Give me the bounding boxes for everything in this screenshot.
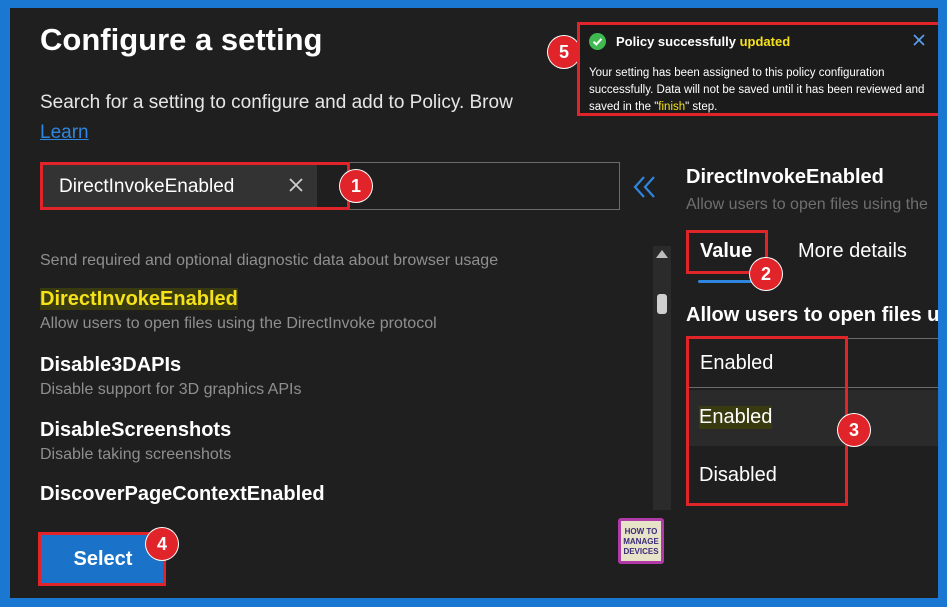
list-item-title: Disable3DAPIs: [40, 354, 182, 376]
list-item[interactable]: Send required and optional diagnostic da…: [40, 248, 640, 270]
list-item-title: DiscoverPageContextEnabled: [40, 483, 325, 505]
list-item-desc: Allow users to open files using the Dire…: [40, 315, 437, 332]
list-item-desc: Disable support for 3D graphics APIs: [40, 381, 302, 398]
scroll-up-icon[interactable]: [656, 250, 668, 258]
list-scrollbar[interactable]: [653, 246, 671, 510]
annotation-badge-2: 2: [750, 258, 782, 290]
annotation-box-1: [40, 162, 350, 210]
list-item[interactable]: DiscoverPageContextEnabled: [40, 483, 640, 506]
annotation-badge-3: 3: [838, 414, 870, 446]
list-item[interactable]: Disable3DAPIs Disable support for 3D gra…: [40, 354, 640, 399]
setting-label: Allow users to open files u: [686, 304, 938, 326]
list-item-desc: Disable taking screenshots: [40, 446, 232, 463]
close-icon[interactable]: [910, 31, 928, 49]
list-item-desc: Send required and optional diagnostic da…: [40, 252, 499, 269]
configure-setting-window: Configure a setting Search for a setting…: [10, 8, 938, 598]
active-tab-indicator: [698, 280, 758, 283]
annotation-badge-1: 1: [340, 170, 372, 202]
learn-link[interactable]: Learn: [40, 122, 89, 144]
success-check-icon: [589, 33, 606, 50]
annotation-badge-4: 4: [146, 528, 178, 560]
list-item-title: DirectInvokeEnabled: [40, 288, 238, 310]
page-description: Search for a setting to configure and ad…: [40, 92, 513, 113]
annotation-badge-5: 5: [548, 36, 580, 68]
page-title: Configure a setting: [40, 22, 323, 57]
toast-title: Policy successfully updated: [616, 34, 791, 49]
detail-panel-title: DirectInvokeEnabled: [686, 166, 884, 188]
how-to-manage-devices-logo: HOW TO MANAGE DEVICES: [618, 518, 664, 564]
detail-panel-description: Allow users to open files using the: [686, 196, 928, 213]
settings-list: Send required and optional diagnostic da…: [40, 224, 660, 510]
list-item[interactable]: DirectInvokeEnabled Allow users to open …: [40, 288, 640, 333]
list-item-title: DisableScreenshots: [40, 419, 232, 441]
scroll-thumb[interactable]: [657, 294, 667, 314]
list-item[interactable]: DisableScreenshots Disable taking screen…: [40, 419, 640, 464]
tab-more-details[interactable]: More details: [798, 240, 907, 263]
collapse-panel-icon[interactable]: [630, 172, 660, 202]
annotation-box-3: [686, 336, 848, 506]
toast-message: Your setting has been assigned to this p…: [589, 67, 925, 113]
success-toast: Policy successfully updated Your setting…: [577, 22, 938, 116]
